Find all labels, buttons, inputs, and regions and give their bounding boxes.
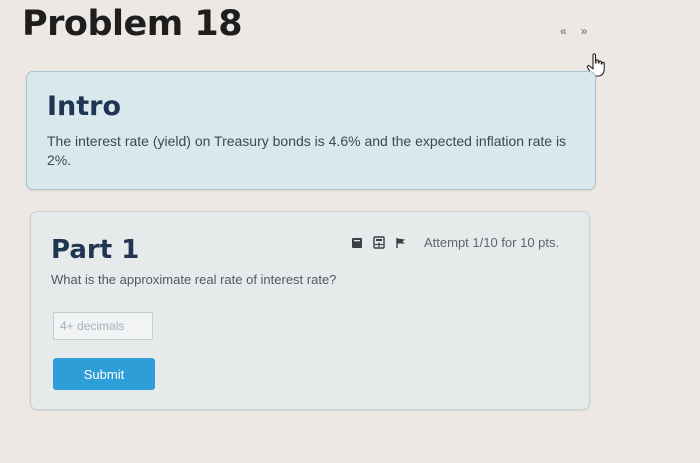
intro-text: The interest rate (yield) on Treasury bo… bbox=[47, 133, 567, 168]
next-problem-button[interactable]: » bbox=[581, 24, 588, 38]
part-card: Part 1 Attempt 1/10 for 10 pts. What is … bbox=[30, 211, 590, 410]
flag-icon[interactable] bbox=[395, 236, 407, 254]
part-toolbar bbox=[351, 236, 407, 254]
attempt-counter: Attempt 1/10 for 10 pts. bbox=[424, 235, 560, 250]
calculator-icon[interactable] bbox=[373, 236, 385, 254]
previous-problem-button[interactable]: « bbox=[560, 24, 567, 38]
answer-icon[interactable] bbox=[351, 236, 363, 254]
part-heading: Part 1 bbox=[51, 235, 140, 265]
intro-heading: Intro bbox=[47, 91, 122, 122]
question-text: What is the approximate real rate of int… bbox=[51, 272, 337, 287]
page: Problem 18 « » Intro The interest rate (… bbox=[0, 0, 700, 463]
page-title: Problem 18 bbox=[22, 4, 243, 44]
problem-navigation: « » bbox=[560, 24, 587, 38]
intro-card: Intro The interest rate (yield) on Treas… bbox=[26, 71, 596, 190]
submit-button[interactable]: Submit bbox=[53, 358, 155, 390]
answer-input[interactable] bbox=[53, 312, 153, 340]
